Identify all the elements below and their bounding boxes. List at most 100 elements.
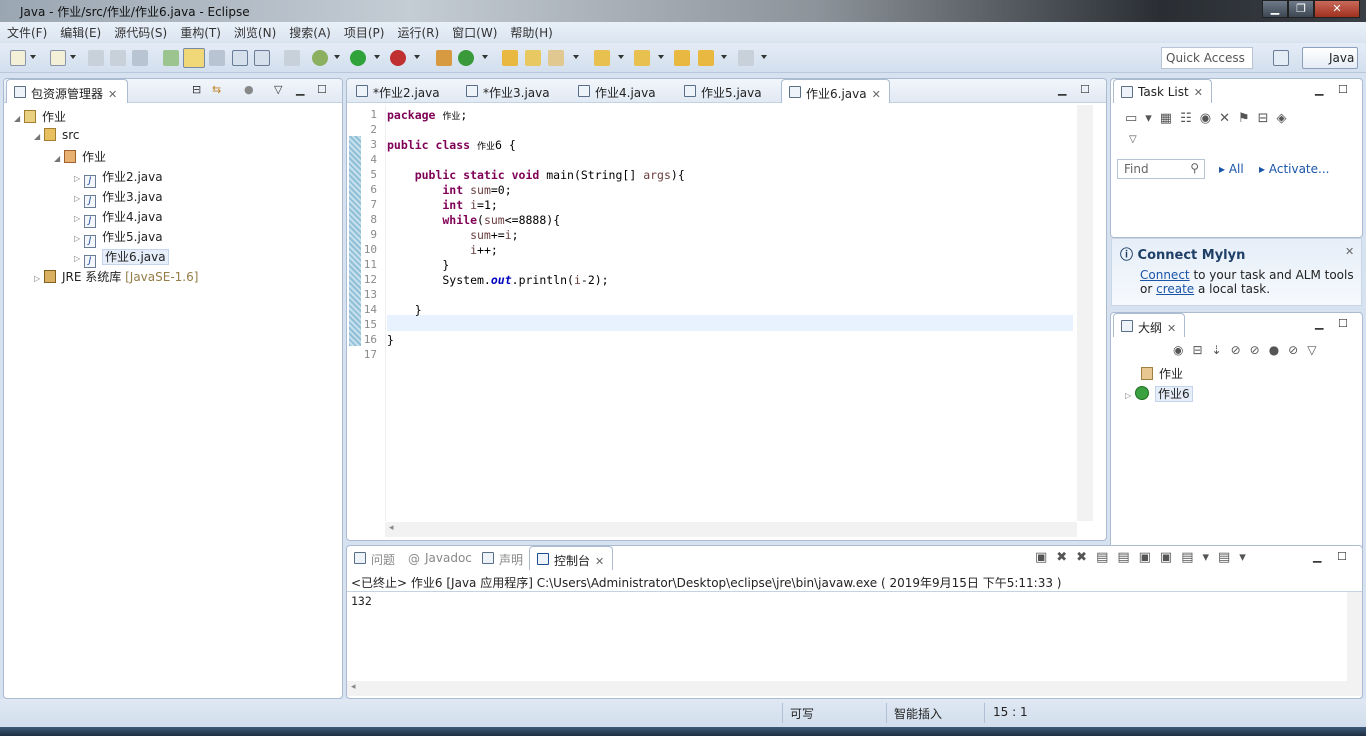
tree-item-jre[interactable]: ▷ JRE 系统库 [JavaSE-1.6] <box>34 268 198 285</box>
code-line[interactable]: package 作业; <box>387 108 467 122</box>
code-line[interactable]: } <box>387 303 422 317</box>
mark-occurrences-icon[interactable] <box>183 48 205 68</box>
vertical-scrollbar[interactable] <box>1077 105 1093 521</box>
close-icon[interactable]: ✕ <box>108 88 117 101</box>
last-edit-icon[interactable] <box>674 50 690 66</box>
close-icon[interactable]: ✕ <box>872 88 881 101</box>
code-line[interactable]: while(sum<=8888){ <box>387 213 560 227</box>
tree-item-file-selected[interactable]: ▷ J 作业6.java <box>74 248 169 268</box>
new-file-icon[interactable] <box>50 50 66 66</box>
new-file-dropdown[interactable] <box>70 55 76 59</box>
focus-icon[interactable]: ● <box>244 83 254 96</box>
minimize-button[interactable]: ▁ <box>1262 0 1288 18</box>
activate-link[interactable]: ▸ Activate... <box>1259 162 1329 176</box>
block-selection-icon[interactable] <box>232 50 248 66</box>
forward-dropdown[interactable] <box>761 55 767 59</box>
close-icon[interactable]: ✕ <box>1167 322 1176 335</box>
horizontal-scrollbar[interactable]: ◂ <box>385 522 1077 537</box>
find-input[interactable]: Find ⚲ <box>1117 159 1205 179</box>
back-dropdown[interactable] <box>721 55 727 59</box>
open-folder-icon[interactable] <box>525 50 541 66</box>
editor-tab[interactable]: *作业3.java <box>459 79 558 103</box>
tree-item-file[interactable]: ▷ J 作业2.java <box>74 168 163 188</box>
connect-link[interactable]: Connect <box>1140 268 1190 282</box>
save-icon[interactable] <box>88 50 104 66</box>
next-annotation-dropdown[interactable] <box>618 55 624 59</box>
link-editor-icon[interactable]: ⇆ <box>212 83 221 96</box>
new-class-dropdown[interactable] <box>482 55 488 59</box>
filter-all-link[interactable]: ▸ All <box>1219 162 1244 176</box>
tab-package-explorer[interactable]: 包资源管理器 ✕ <box>6 79 128 103</box>
outline-item-package[interactable]: 作业 <box>1141 365 1183 382</box>
debug-icon[interactable] <box>312 50 328 66</box>
run-icon[interactable] <box>350 50 366 66</box>
code-line[interactable]: } <box>387 333 394 347</box>
tab-console[interactable]: 控制台 ✕ <box>529 546 614 570</box>
code-line[interactable]: sum+=i; <box>387 228 519 242</box>
forward-icon[interactable] <box>738 50 754 66</box>
menu-window[interactable]: 窗口(W) <box>445 22 503 42</box>
console-toolbar[interactable]: ▣✖✖▤▤▣▣▤▾▤▾ <box>1035 550 1255 565</box>
java-perspective-button[interactable]: Java <box>1302 47 1358 69</box>
minimize-icon[interactable]: ▁ <box>1315 83 1323 96</box>
collapse-all-icon[interactable]: ⊟ <box>192 83 201 96</box>
create-link[interactable]: create <box>1156 282 1194 296</box>
tree-item-file[interactable]: ▷ J 作业4.java <box>74 208 163 228</box>
save-all-icon[interactable] <box>110 50 126 66</box>
new-class-icon[interactable] <box>458 50 474 66</box>
maximize-icon[interactable]: ☐ <box>1338 317 1348 330</box>
code-line[interactable]: i++; <box>387 243 498 257</box>
tab-javadoc[interactable]: @ Javadoc <box>401 546 480 570</box>
tree-item-src[interactable]: ◢ src <box>34 128 80 142</box>
external-tools-icon[interactable] <box>390 50 406 66</box>
menu-help[interactable]: 帮助(H) <box>503 22 558 42</box>
external-tools-dropdown[interactable] <box>414 55 420 59</box>
close-icon[interactable]: ✕ <box>1345 245 1354 258</box>
tree-item-file[interactable]: ▷ J 作业5.java <box>74 228 163 248</box>
menu-navigate[interactable]: 浏览(N) <box>227 22 282 42</box>
open-type-icon[interactable] <box>163 50 179 66</box>
menu-search[interactable]: 搜索(A) <box>282 22 337 42</box>
code-line[interactable]: int sum=0; <box>387 183 511 197</box>
menu-refactor[interactable]: 重构(T) <box>173 22 227 42</box>
menu-source[interactable]: 源代码(S) <box>107 22 173 42</box>
code-line[interactable]: System.out.println(i-2); <box>387 273 608 287</box>
show-whitespace-icon[interactable] <box>254 50 270 66</box>
view-menu-icon[interactable]: ▽ <box>1129 134 1137 145</box>
annotation-icon[interactable] <box>209 50 225 66</box>
close-button[interactable]: ✕ <box>1314 0 1360 18</box>
new-dropdown[interactable] <box>30 55 36 59</box>
back-icon[interactable] <box>698 50 714 66</box>
editor-tab[interactable]: 作业4.java <box>571 79 664 103</box>
close-icon[interactable]: ✕ <box>595 555 604 568</box>
code-line[interactable]: public class 作业6 { <box>387 138 516 152</box>
menu-run[interactable]: 运行(R) <box>390 22 445 42</box>
tree-item-file[interactable]: ▷ J 作业3.java <box>74 188 163 208</box>
tree-item-package[interactable]: ◢ 作业 <box>54 148 106 165</box>
new-package-icon[interactable] <box>436 50 452 66</box>
maximize-icon[interactable]: ☐ <box>317 83 327 96</box>
maximize-icon[interactable]: ☐ <box>1080 83 1090 96</box>
minimize-icon[interactable]: ▁ <box>1058 83 1066 96</box>
outline-toolbar[interactable]: ◉⊟⇣⊘⊘●⊘▽ <box>1173 343 1325 357</box>
menu-project[interactable]: 项目(P) <box>337 22 391 42</box>
task-list-toolbar[interactable]: ▭▾▦☷◉✕⚑⊟◈ <box>1125 111 1295 126</box>
run-dropdown[interactable] <box>374 55 380 59</box>
tab-declaration[interactable]: 声明 <box>475 546 531 570</box>
open-project-icon[interactable] <box>502 50 518 66</box>
editor-tab[interactable]: 作业5.java <box>677 79 770 103</box>
close-icon[interactable]: ✕ <box>1194 86 1203 99</box>
prev-annotation-icon[interactable] <box>634 50 650 66</box>
debug-dropdown[interactable] <box>334 55 340 59</box>
tree-item-project[interactable]: ◢ 作业 <box>14 108 66 125</box>
editor-tab[interactable]: *作业2.java <box>349 79 448 103</box>
vertical-scrollbar[interactable] <box>1347 592 1362 696</box>
maximize-icon[interactable]: ☐ <box>1337 550 1347 563</box>
minimize-icon[interactable]: ▁ <box>1313 550 1321 563</box>
editor-tab-active[interactable]: 作业6.java ✕ <box>781 79 890 103</box>
search-dropdown[interactable] <box>573 55 579 59</box>
minimize-icon[interactable]: ▁ <box>1315 317 1323 330</box>
open-perspective-icon[interactable] <box>1273 50 1289 66</box>
menu-file[interactable]: 文件(F) <box>0 22 53 42</box>
new-icon[interactable] <box>10 50 26 66</box>
